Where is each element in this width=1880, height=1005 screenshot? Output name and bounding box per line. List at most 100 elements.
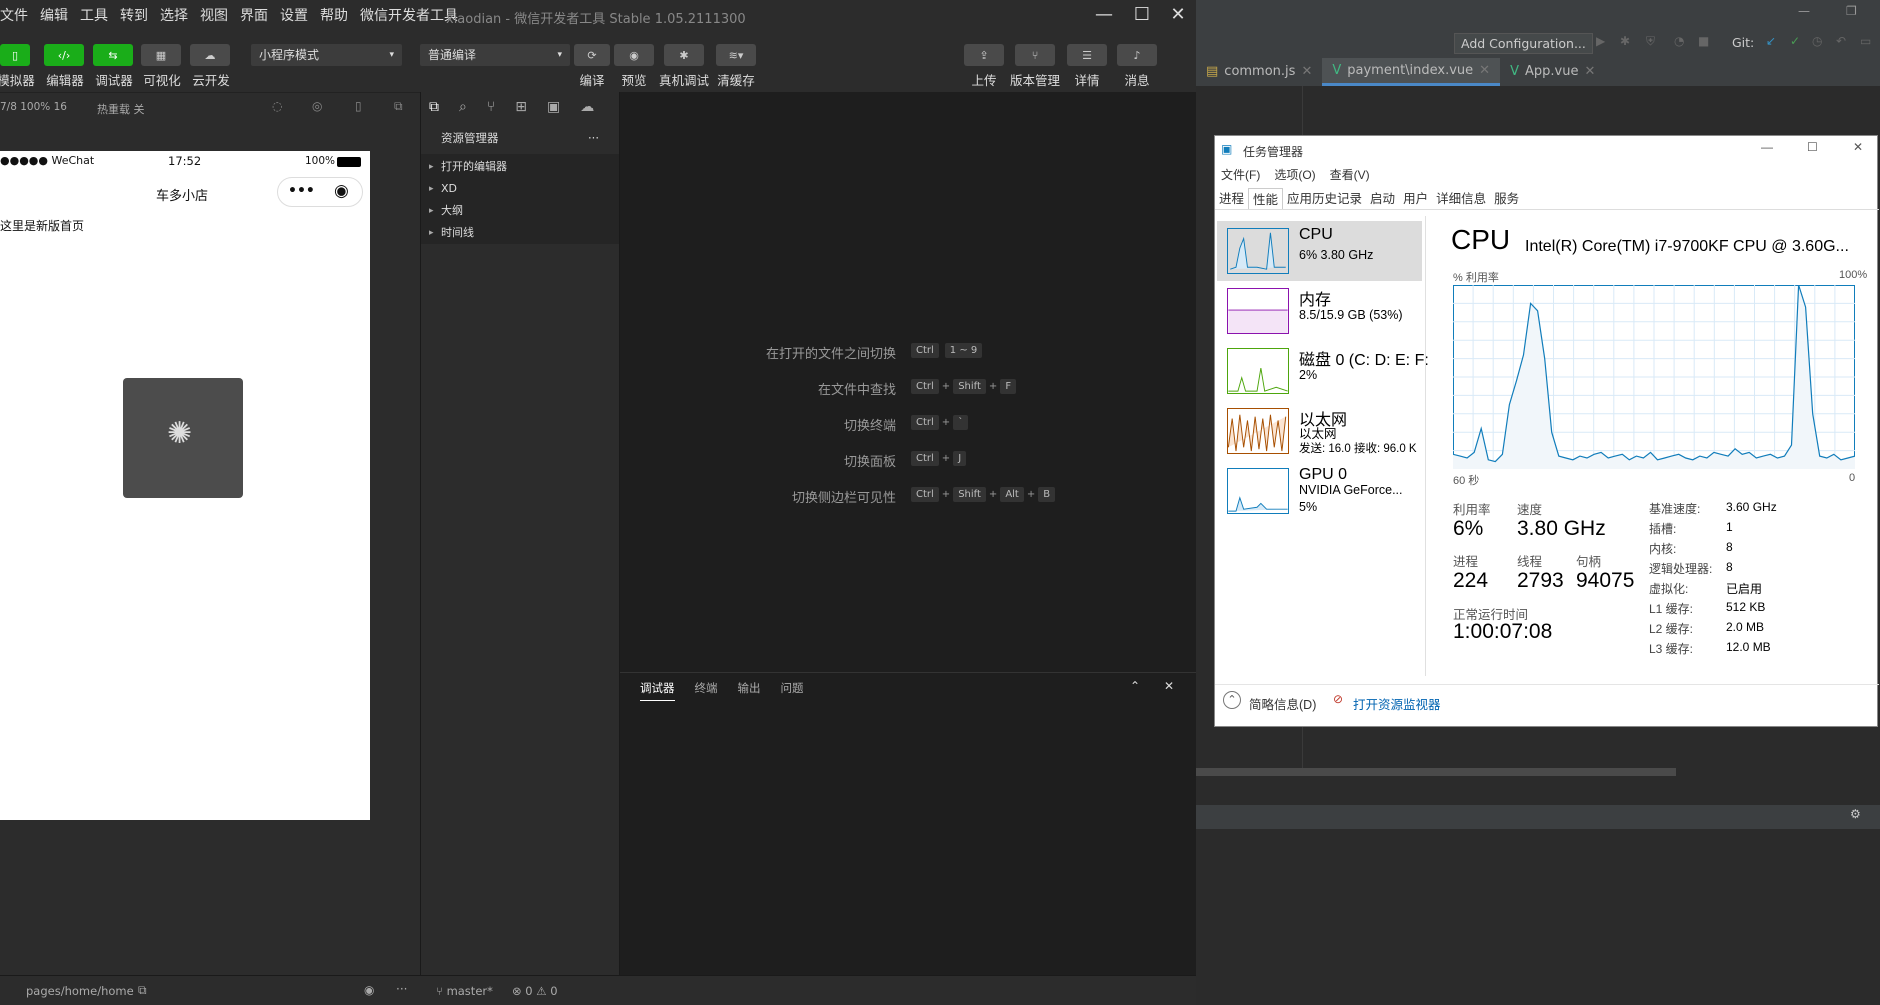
chevron-up-icon[interactable]: ⌃ — [1223, 691, 1241, 709]
resource-monitor-link[interactable]: 打开资源监视器 — [1353, 694, 1441, 713]
record-icon[interactable]: ◎ — [312, 99, 322, 113]
rotate-icon[interactable]: ◌ — [272, 99, 282, 113]
tab-performance[interactable]: 性能 — [1248, 188, 1284, 209]
image-icon[interactable]: ▣ — [547, 99, 560, 115]
profile-icon[interactable]: ◔ — [1674, 34, 1684, 48]
tree-timeline[interactable]: 时间线 — [421, 222, 619, 244]
tm-menu-options[interactable]: 选项(O) — [1274, 166, 1315, 186]
problems-indicator[interactable]: ⊗ 0 ⚠ 0 — [512, 984, 558, 998]
brief-info-link[interactable]: 简略信息(D) — [1249, 694, 1316, 713]
stop-icon[interactable]: ■ — [1698, 34, 1709, 48]
maximize-icon[interactable]: ☐ — [1807, 140, 1818, 154]
device-icon[interactable]: ▯ — [355, 99, 362, 113]
copy-icon[interactable]: ⧉ — [138, 983, 147, 998]
editor-button[interactable]: ‹/› — [44, 44, 84, 66]
add-configuration-button[interactable]: Add Configuration... — [1454, 33, 1593, 54]
mode-select[interactable]: 小程序模式 — [251, 44, 402, 66]
extensions-icon[interactable]: ⊞ — [515, 99, 527, 115]
git-branch[interactable]: ⑂ master* — [436, 984, 493, 998]
side-memory[interactable]: 内存 8.5/15.9 GB (53%) — [1217, 281, 1422, 341]
layout-icon[interactable]: ▭ — [1860, 34, 1871, 48]
tab-common-js[interactable]: ▤ common.js ✕ — [1196, 58, 1322, 86]
tab-payment-index-vue[interactable]: Vpayment\index.vue ✕ — [1322, 57, 1501, 86]
files-icon[interactable]: ⧉ — [429, 99, 439, 115]
more-icon[interactable]: ••• — [288, 183, 315, 199]
horizontal-scrollbar[interactable] — [1196, 768, 1676, 776]
minimize-icon[interactable]: — — [1761, 140, 1773, 154]
tab-services[interactable]: 服务 — [1490, 188, 1523, 209]
side-disk[interactable]: 磁盘 0 (C: D: E: F: 2% — [1217, 341, 1429, 401]
side-cpu[interactable]: CPU 6% 3.80 GHz — [1217, 221, 1422, 281]
menu-wechat-devtools[interactable]: 微信开发者工具 — [360, 5, 458, 25]
side-gpu[interactable]: GPU 0 NVIDIA GeForce... 5% — [1217, 461, 1422, 521]
git-commit-icon[interactable]: ✓ — [1790, 34, 1800, 48]
tree-outline[interactable]: 大纲 — [421, 200, 619, 222]
rollback-icon[interactable]: ↶ — [1836, 34, 1846, 48]
menu-help[interactable]: 帮助 — [320, 5, 348, 25]
restore-icon[interactable]: ❐ — [1846, 4, 1857, 18]
docker-icon[interactable]: ☁ — [580, 99, 594, 115]
debug-icon[interactable]: ✱ — [1620, 34, 1630, 48]
tm-menu-file[interactable]: 文件(F) — [1221, 166, 1260, 186]
preview-button[interactable]: ◉ — [614, 44, 654, 66]
maximize-icon[interactable]: ☐ — [1128, 4, 1156, 26]
tab-app-vue[interactable]: V App.vue ✕ — [1500, 58, 1605, 86]
search-icon[interactable]: ⌕ — [459, 99, 467, 115]
details-button[interactable]: ☰ — [1067, 44, 1107, 66]
messages-button[interactable]: ♪ — [1117, 44, 1157, 66]
coverage-icon[interactable]: ⛨ — [1646, 34, 1655, 49]
visual-button[interactable]: ▦ — [141, 44, 181, 66]
menu-view[interactable]: 视图 — [200, 5, 228, 25]
git-update-icon[interactable]: ↙ — [1766, 34, 1776, 48]
close-tab-icon[interactable]: ✕ — [1479, 57, 1490, 85]
minimize-icon[interactable]: — — [1090, 4, 1118, 26]
version-button[interactable]: ⑂ — [1015, 44, 1055, 66]
tree-open-editors[interactable]: 打开的编辑器 — [421, 156, 619, 178]
more-icon[interactable]: ··· — [396, 982, 407, 996]
close-tab-icon[interactable]: ✕ — [1301, 58, 1312, 86]
hot-reload-toggle[interactable]: 热重载 关 — [97, 101, 145, 117]
popout-icon[interactable]: ⧉ — [394, 99, 403, 114]
tree-xd[interactable]: XD — [421, 178, 619, 200]
gear-icon[interactable]: ⚙ — [1850, 807, 1861, 821]
tab-debugger[interactable]: 调试器 — [640, 676, 675, 701]
tab-problems[interactable]: 问题 — [781, 680, 804, 696]
tab-users[interactable]: 用户 — [1399, 188, 1432, 209]
menu-file[interactable]: 文件 — [0, 5, 28, 25]
menu-goto[interactable]: 转到 — [120, 5, 148, 25]
side-ethernet[interactable]: 以太网 以太网 发送: 16.0 接收: 96.0 K — [1217, 401, 1422, 461]
minimize-icon[interactable]: — — [1798, 4, 1810, 18]
close-target-icon[interactable]: ◉ — [334, 181, 349, 201]
tm-menu-view[interactable]: 查看(V) — [1330, 166, 1370, 186]
close-icon[interactable]: ✕ — [1853, 140, 1863, 154]
cloud-button[interactable]: ☁ — [190, 44, 230, 66]
capsule-menu[interactable]: ••• ◉ — [277, 177, 363, 207]
source-control-icon[interactable]: ⑂ — [487, 99, 495, 115]
more-actions-icon[interactable]: ··· — [588, 122, 599, 154]
menu-select[interactable]: 选择 — [160, 5, 188, 25]
device-select[interactable]: 7/8 100% 16 — [0, 101, 67, 113]
clear-cache-button[interactable]: ≋▾ — [716, 44, 756, 66]
compile-button[interactable]: ⟳ — [574, 44, 610, 66]
close-tab-icon[interactable]: ✕ — [1584, 58, 1595, 86]
tab-output[interactable]: 输出 — [738, 680, 761, 696]
run-icon[interactable]: ▶ — [1596, 34, 1605, 48]
debugger-button[interactable]: ⇆ — [93, 44, 133, 66]
simulator-button[interactable]: ▯ — [0, 44, 30, 66]
eye-icon[interactable]: ◉ — [364, 983, 374, 997]
tab-processes[interactable]: 进程 — [1215, 188, 1248, 209]
menu-tools[interactable]: 工具 — [80, 5, 108, 25]
chevron-up-icon[interactable]: ⌃ — [1130, 679, 1140, 693]
tab-terminal[interactable]: 终端 — [695, 680, 718, 696]
close-panel-icon[interactable]: ✕ — [1164, 679, 1174, 693]
tab-app-history[interactable]: 应用历史记录 — [1283, 188, 1366, 209]
tab-details[interactable]: 详细信息 — [1432, 188, 1490, 209]
device-debug-button[interactable]: ✱ — [664, 44, 704, 66]
menu-settings[interactable]: 设置 — [280, 5, 308, 25]
close-icon[interactable]: ✕ — [1164, 4, 1192, 26]
tab-startup[interactable]: 启动 — [1366, 188, 1399, 209]
upload-button[interactable]: ⇪ — [964, 44, 1004, 66]
compile-mode-select[interactable]: 普通编译 — [420, 44, 570, 66]
menu-edit[interactable]: 编辑 — [40, 5, 68, 25]
history-icon[interactable]: ◷ — [1812, 34, 1822, 48]
